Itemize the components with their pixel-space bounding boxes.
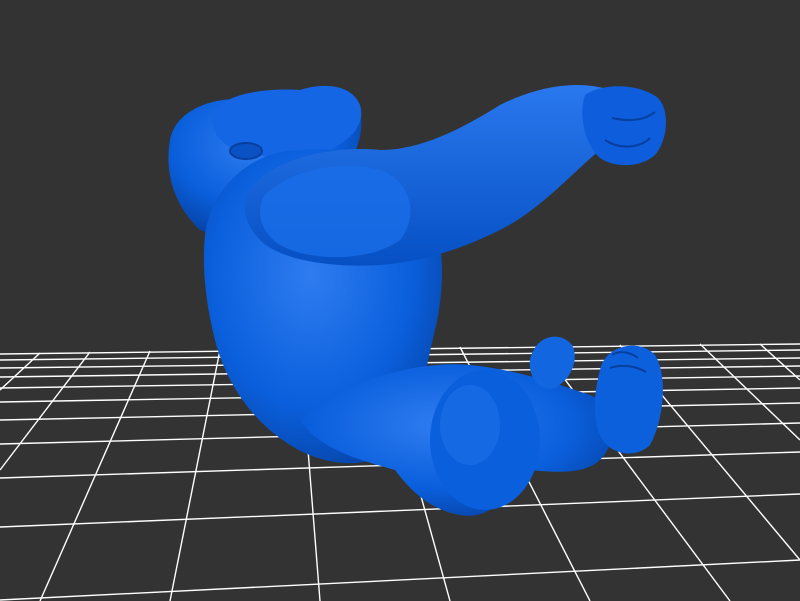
foot-right	[594, 345, 663, 454]
scene-svg	[0, 85, 800, 601]
gorilla-model[interactable]	[168, 85, 666, 516]
3d-viewport[interactable]	[0, 0, 800, 601]
ear	[229, 142, 263, 160]
foot-left	[529, 336, 575, 389]
